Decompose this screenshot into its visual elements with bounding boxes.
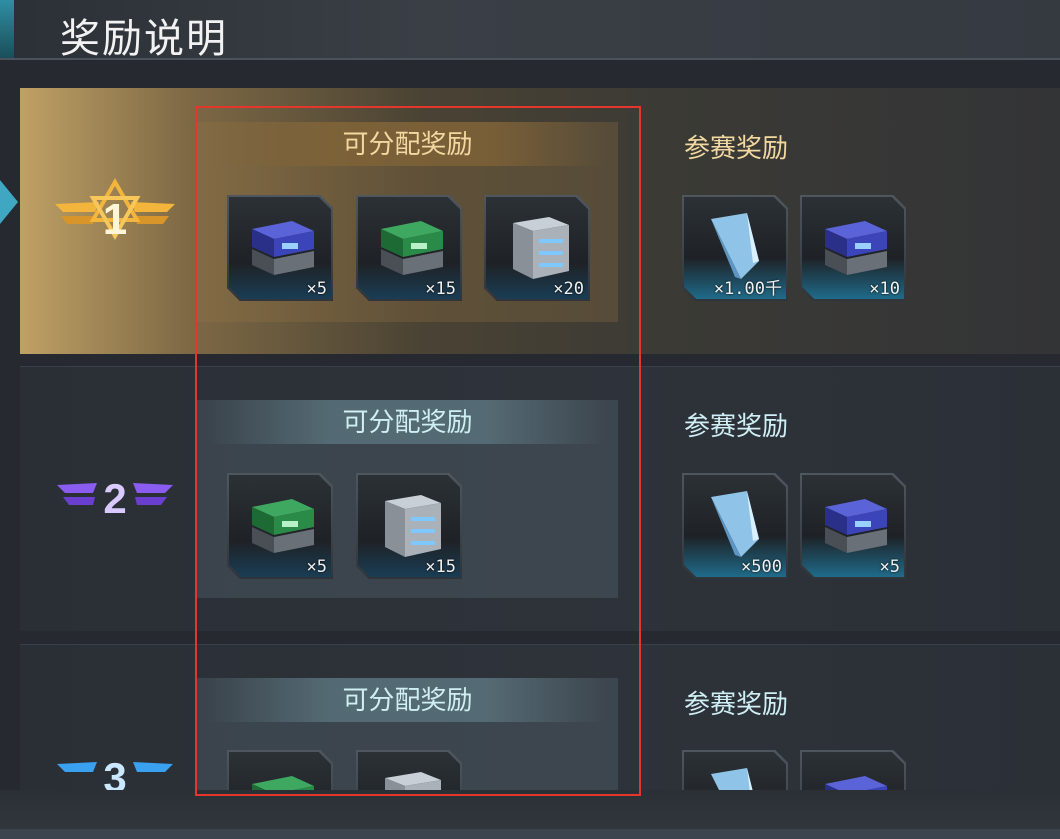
reward-item[interactable]: ×15 (356, 195, 462, 301)
item-quantity: ×5 (306, 557, 327, 577)
reward-item[interactable] (682, 750, 788, 790)
crystal-shard-icon (711, 491, 759, 557)
item-quantity: ×5 (306, 279, 327, 299)
reward-item[interactable]: ×20 (484, 195, 590, 301)
green-crate-icon (252, 776, 314, 790)
reward-item[interactable]: ×5 (800, 473, 906, 579)
rank-1-number: 1 (103, 195, 127, 244)
bottom-bar (0, 790, 1060, 830)
rank-1-emblem: 1 (55, 176, 175, 256)
blue-crate-icon (252, 221, 314, 275)
bottom-divider (0, 829, 1060, 839)
header-bar: 奖励说明 (0, 0, 1060, 62)
allocatable-title: 可分配奖励 (209, 400, 606, 444)
participation-title: 参赛奖励 (684, 134, 789, 164)
silver-crate-icon (385, 772, 441, 790)
item-quantity: ×15 (425, 557, 456, 577)
allocatable-title: 可分配奖励 (209, 678, 606, 722)
reward-item[interactable]: ×10 (800, 195, 906, 301)
item-quantity: ×10 (869, 279, 900, 299)
silver-crate-icon (513, 217, 569, 279)
selected-arrow-icon (0, 180, 18, 224)
item-quantity: ×20 (553, 279, 584, 299)
header-accent (0, 0, 14, 58)
blue-crate-icon (825, 221, 887, 275)
blue-crate-icon (825, 776, 887, 790)
reward-item[interactable]: ×5 (227, 195, 333, 301)
item-quantity: ×15 (425, 279, 456, 299)
item-quantity: ×5 (879, 557, 900, 577)
reward-item[interactable] (227, 750, 333, 790)
reward-item[interactable]: ×1.00千 (682, 195, 788, 301)
reward-item[interactable]: ×5 (227, 473, 333, 579)
allocatable-title: 可分配奖励 (209, 122, 606, 166)
blue-crate-icon (825, 499, 887, 553)
crystal-shard-icon (711, 768, 759, 790)
rank-2-number: 2 (103, 475, 126, 522)
reward-item[interactable] (356, 750, 462, 790)
silver-crate-icon (385, 495, 441, 557)
reward-item[interactable] (800, 750, 906, 790)
participation-title: 参赛奖励 (684, 690, 789, 720)
page-title: 奖励说明 (60, 16, 228, 62)
reward-item[interactable]: ×500 (682, 473, 788, 579)
item-quantity: ×1.00千 (713, 279, 782, 299)
reward-item[interactable]: ×15 (356, 473, 462, 579)
rank-2-emblem: 2 (55, 455, 175, 535)
green-crate-icon (381, 221, 443, 275)
green-crate-icon (252, 499, 314, 553)
item-quantity: ×500 (741, 557, 782, 577)
participation-title: 参赛奖励 (684, 412, 789, 442)
